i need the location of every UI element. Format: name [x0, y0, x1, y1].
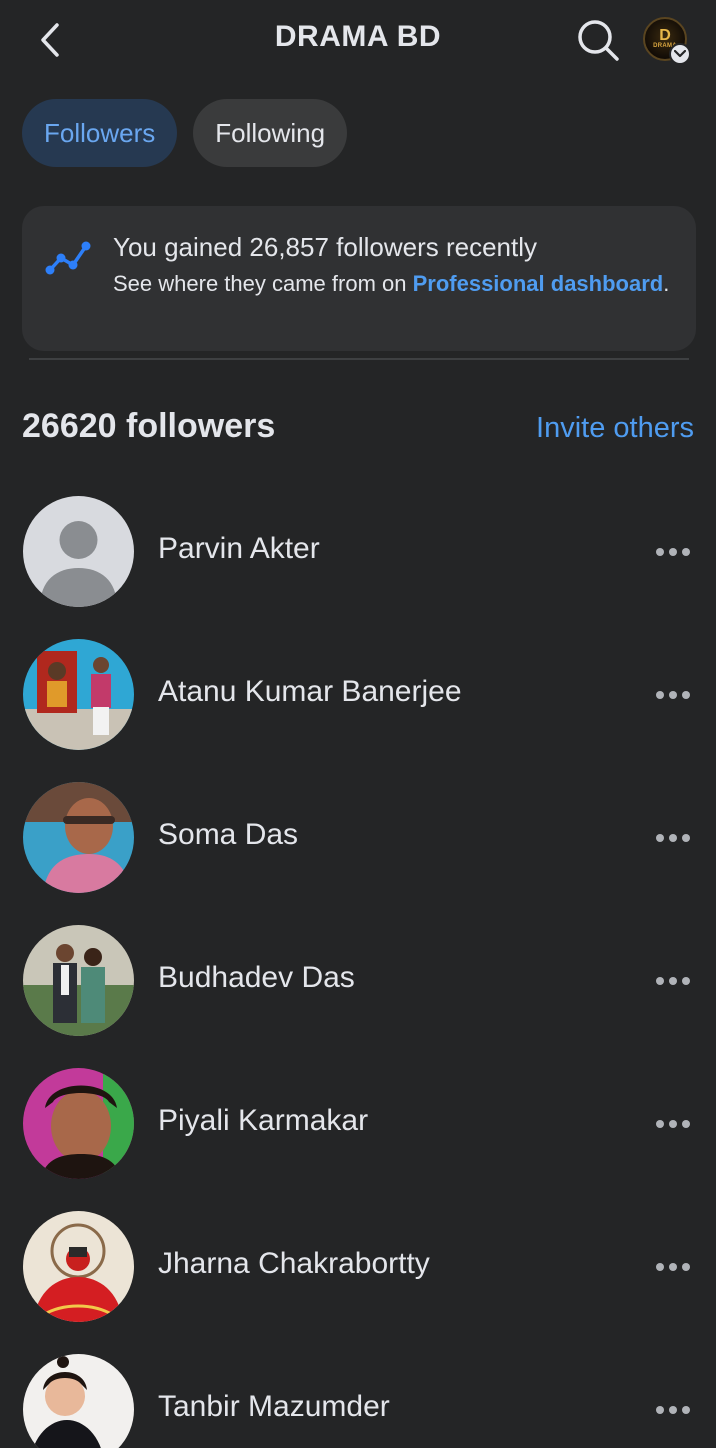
- avatar[interactable]: [23, 1211, 134, 1322]
- more-options-button[interactable]: [650, 1247, 696, 1287]
- chevron-down-icon: [674, 50, 686, 58]
- followers-count: 26620 followers: [22, 407, 276, 445]
- profile-photo: [23, 925, 134, 1036]
- account-switcher-button[interactable]: [669, 43, 691, 65]
- avatar[interactable]: [23, 1354, 134, 1448]
- list-item[interactable]: Parvin Akter: [0, 496, 716, 608]
- profile-photo: [23, 1068, 134, 1179]
- tab-followers[interactable]: Followers: [22, 99, 178, 167]
- page-logo-letter: D: [659, 27, 671, 44]
- avatar[interactable]: [23, 782, 134, 893]
- more-options-button[interactable]: [650, 675, 696, 715]
- avatar[interactable]: [23, 925, 134, 1036]
- more-options-button[interactable]: [650, 818, 696, 858]
- top-bar: DRAMA BD D DRAMA: [0, 0, 716, 80]
- divider: [29, 358, 689, 360]
- more-options-button[interactable]: [650, 532, 696, 572]
- follower-name[interactable]: Atanu Kumar Banerjee: [158, 675, 462, 709]
- follower-name[interactable]: Piyali Karmakar: [158, 1104, 368, 1138]
- gain-title: You gained 26,857 followers recently: [113, 232, 537, 262]
- follower-name[interactable]: Budhadev Das: [158, 961, 355, 995]
- list-item[interactable]: Tanbir Mazumder: [0, 1354, 716, 1448]
- list-item[interactable]: Jharna Chakrabortty: [0, 1211, 716, 1323]
- trending-chart-icon: [45, 241, 91, 275]
- avatar[interactable]: [23, 1068, 134, 1179]
- tab-following[interactable]: Following: [193, 99, 348, 167]
- follow-tabs: Followers Following: [22, 99, 348, 167]
- invite-others-link[interactable]: Invite others: [536, 412, 694, 445]
- gain-subtitle: See where they came from on Professional…: [113, 270, 673, 298]
- search-button[interactable]: [574, 16, 622, 64]
- followers-gain-card[interactable]: You gained 26,857 followers recently See…: [22, 206, 696, 351]
- avatar[interactable]: [23, 496, 134, 607]
- professional-dashboard-link[interactable]: Professional dashboard: [413, 271, 664, 296]
- profile-photo: [23, 1354, 134, 1448]
- default-avatar-icon: [23, 496, 134, 607]
- gain-subtitle-text: See where they came from on: [113, 271, 413, 296]
- profile-photo: [23, 1211, 134, 1322]
- follower-name[interactable]: Jharna Chakrabortty: [158, 1247, 430, 1281]
- list-item[interactable]: Budhadev Das: [0, 925, 716, 1037]
- follower-name[interactable]: Tanbir Mazumder: [158, 1390, 390, 1424]
- follower-name[interactable]: Soma Das: [158, 818, 298, 852]
- gain-subtitle-suffix: .: [663, 271, 670, 296]
- list-item[interactable]: Soma Das: [0, 782, 716, 894]
- list-item[interactable]: Atanu Kumar Banerjee: [0, 639, 716, 751]
- profile-photo: [23, 782, 134, 893]
- search-icon: [578, 20, 619, 61]
- follower-name[interactable]: Parvin Akter: [158, 532, 320, 566]
- chevron-left-icon: [41, 23, 59, 57]
- avatar[interactable]: [23, 639, 134, 750]
- more-options-button[interactable]: [650, 1390, 696, 1430]
- back-button[interactable]: [30, 18, 70, 62]
- more-options-button[interactable]: [650, 1104, 696, 1144]
- more-options-button[interactable]: [650, 961, 696, 1001]
- profile-photo: [23, 639, 134, 750]
- list-item[interactable]: Piyali Karmakar: [0, 1068, 716, 1180]
